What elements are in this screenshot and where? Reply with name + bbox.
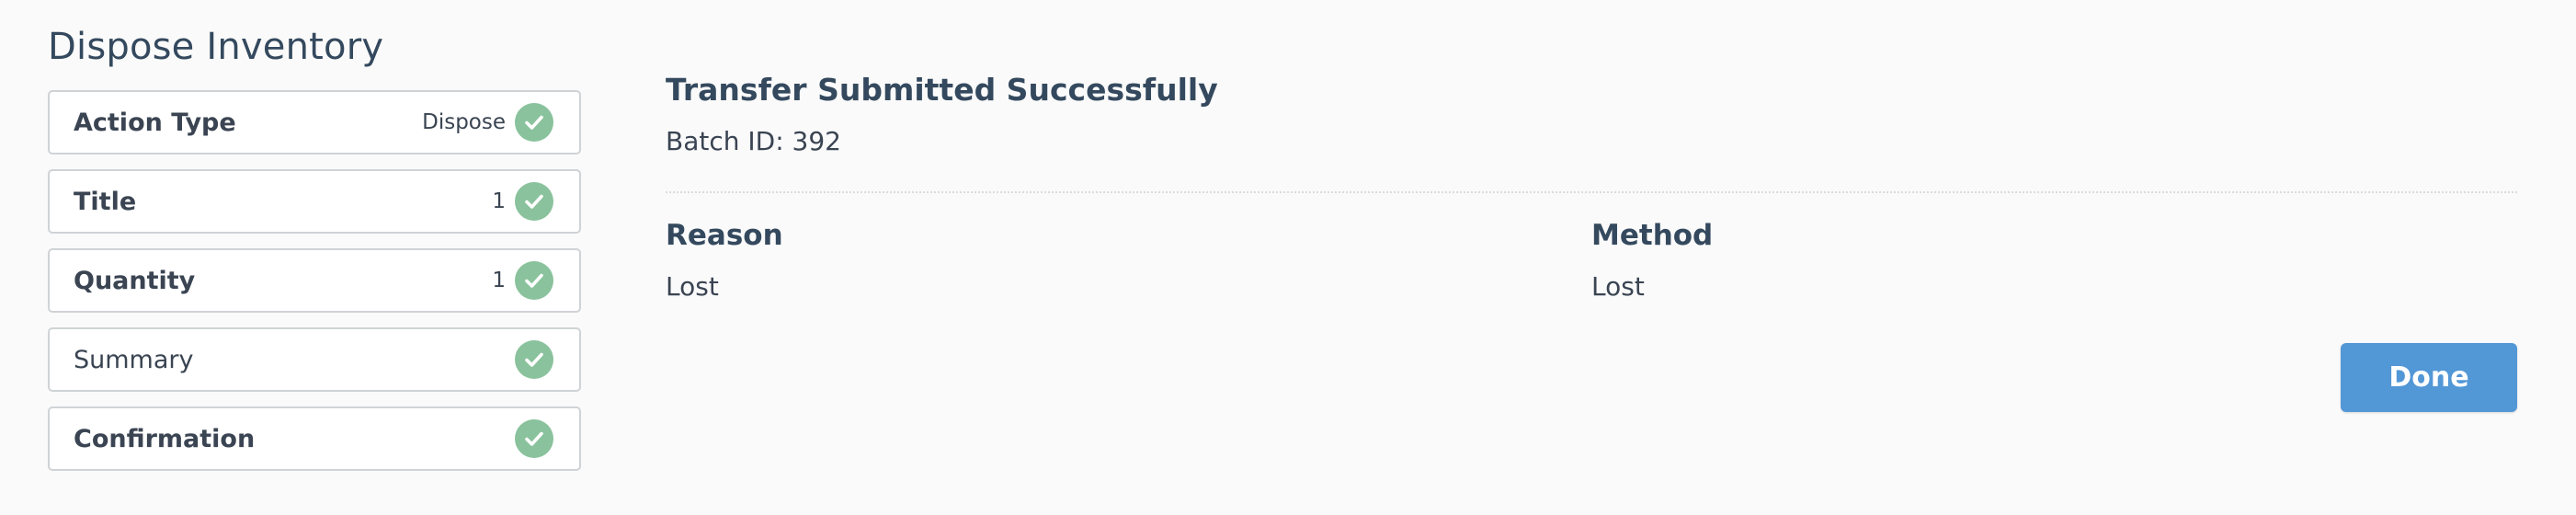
success-title: Transfer Submitted Successfully <box>666 72 1218 108</box>
step-summary[interactable]: Summary <box>48 327 581 392</box>
reason-value: Lost <box>666 271 719 302</box>
confirmation-panel: Transfer Submitted Successfully Batch ID… <box>666 70 2517 305</box>
check-circle-icon <box>515 340 553 379</box>
check-circle-icon <box>515 261 553 300</box>
divider <box>666 191 2517 193</box>
step-label: Title <box>74 187 137 216</box>
details-row: Reason Lost Method Lost <box>666 215 2517 305</box>
step-label: Confirmation <box>74 424 256 453</box>
step-list: Action Type Dispose Title 1 Quantity 1 S… <box>48 90 581 486</box>
dispose-inventory-page: Dispose Inventory Action Type Dispose Ti… <box>0 0 2576 515</box>
step-value: Dispose <box>422 110 506 134</box>
method-section: Method Lost <box>1591 215 2517 305</box>
step-label: Action Type <box>74 108 236 137</box>
reason-section: Reason Lost <box>666 215 1591 305</box>
step-confirmation[interactable]: Confirmation <box>48 406 581 471</box>
reason-label: Reason <box>666 219 783 252</box>
page-title: Dispose Inventory <box>48 26 384 68</box>
check-circle-icon <box>515 182 553 221</box>
batch-id: Batch ID: 392 <box>666 126 841 156</box>
step-label: Summary <box>74 345 194 374</box>
method-value: Lost <box>1591 271 1645 302</box>
check-circle-icon <box>515 103 553 142</box>
step-action-type[interactable]: Action Type Dispose <box>48 90 581 154</box>
step-label: Quantity <box>74 266 196 295</box>
method-label: Method <box>1591 219 1714 252</box>
step-value: 1 <box>492 269 506 292</box>
step-quantity[interactable]: Quantity 1 <box>48 248 581 313</box>
done-button[interactable]: Done <box>2341 343 2517 412</box>
step-value: 1 <box>492 189 506 213</box>
step-title[interactable]: Title 1 <box>48 169 581 234</box>
check-circle-icon <box>515 419 553 458</box>
